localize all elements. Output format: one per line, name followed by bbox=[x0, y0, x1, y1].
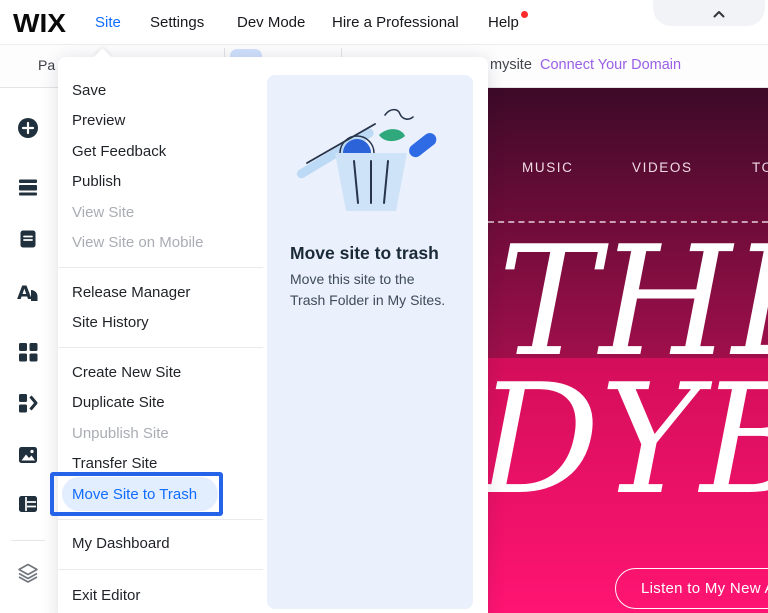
menu-help-label: Help bbox=[488, 14, 519, 31]
hero-title-line2: DYBI bbox=[488, 351, 768, 528]
svg-text:A: A bbox=[17, 282, 32, 303]
pages-dropdown-label[interactable]: Pa bbox=[38, 57, 55, 73]
wix-logo[interactable]: WIX bbox=[13, 8, 66, 39]
preview-nav-music[interactable]: MUSIC bbox=[522, 160, 574, 175]
text-icon[interactable]: A bbox=[17, 281, 39, 303]
sections-icon[interactable] bbox=[17, 176, 39, 198]
menu-item-view-site: View Site bbox=[72, 203, 135, 221]
left-toolbar: A bbox=[0, 88, 58, 613]
menu-item-transfer-site[interactable]: Transfer Site bbox=[58, 449, 263, 480]
menu-site[interactable]: Site bbox=[95, 14, 121, 31]
menu-item-move-site-to-trash[interactable]: Move Site to Trash bbox=[58, 479, 263, 510]
menu-item-duplicate-site[interactable]: Duplicate Site bbox=[58, 388, 263, 419]
chevron-up-icon bbox=[713, 11, 725, 18]
site-menu-list: Save Preview Get Feedback Publish View S… bbox=[58, 57, 263, 611]
toolbar-collapse-button[interactable] bbox=[653, 0, 765, 26]
layers-icon[interactable] bbox=[17, 562, 39, 584]
rail-divider bbox=[11, 540, 45, 541]
menu-item-site-history[interactable]: Site History bbox=[58, 308, 263, 339]
add-icon[interactable] bbox=[17, 117, 39, 139]
site-name-label: mysite bbox=[490, 57, 532, 73]
menu-divider bbox=[58, 267, 263, 268]
menu-item-publish[interactable]: Publish bbox=[58, 167, 263, 198]
notification-dot bbox=[520, 11, 528, 18]
menu-item-exit-editor[interactable]: Exit Editor bbox=[58, 580, 263, 611]
info-panel: Move site to trash Move this site to the… bbox=[267, 75, 473, 609]
site-preview-canvas[interactable]: MUSIC VIDEOS TO THE DYBI Listen to My Ne… bbox=[488, 88, 768, 613]
menu-help[interactable]: Help bbox=[488, 11, 528, 31]
menu-item-my-dashboard[interactable]: My Dashboard bbox=[58, 529, 263, 560]
menu-hire-a-professional[interactable]: Hire a Professional bbox=[332, 14, 459, 31]
info-panel-title: Move site to trash bbox=[290, 243, 439, 263]
trash-illustration bbox=[296, 108, 437, 211]
content-manager-icon[interactable] bbox=[17, 493, 39, 515]
pages-icon[interactable] bbox=[17, 228, 39, 250]
menu-item-view-site-on-mobile: View Site on Mobile bbox=[72, 234, 204, 252]
wix-editor-window: MUSIC VIDEOS TO THE DYBI Listen to My Ne… bbox=[0, 0, 768, 613]
menu-item-get-feedback[interactable]: Get Feedback bbox=[58, 136, 263, 167]
site-menu-dropdown: Save Preview Get Feedback Publish View S… bbox=[58, 48, 488, 613]
widgets-icon[interactable] bbox=[17, 392, 39, 414]
menu-dev-mode[interactable]: Dev Mode bbox=[237, 14, 305, 31]
connect-your-domain-link[interactable]: Connect Your Domain bbox=[540, 57, 681, 73]
menu-divider bbox=[58, 347, 263, 348]
menu-item-unpublish-site: Unpublish Site bbox=[72, 424, 169, 442]
menu-item-preview[interactable]: Preview bbox=[58, 106, 263, 137]
listen-album-button[interactable]: Listen to My New A bbox=[615, 568, 768, 609]
media-icon[interactable] bbox=[17, 444, 39, 466]
menu-item-save[interactable]: Save bbox=[58, 75, 263, 106]
menu-item-release-manager[interactable]: Release Manager bbox=[58, 277, 263, 308]
preview-nav-videos[interactable]: VIDEOS bbox=[632, 160, 693, 175]
info-panel-description: Move this site to the Trash Folder in My… bbox=[290, 271, 446, 308]
menu-settings[interactable]: Settings bbox=[150, 14, 204, 31]
apps-icon[interactable] bbox=[17, 341, 39, 363]
menu-divider bbox=[58, 518, 263, 520]
menu-divider bbox=[58, 569, 263, 570]
preview-nav-tour[interactable]: TO bbox=[752, 160, 768, 175]
menu-item-create-new-site[interactable]: Create New Site bbox=[58, 357, 263, 388]
